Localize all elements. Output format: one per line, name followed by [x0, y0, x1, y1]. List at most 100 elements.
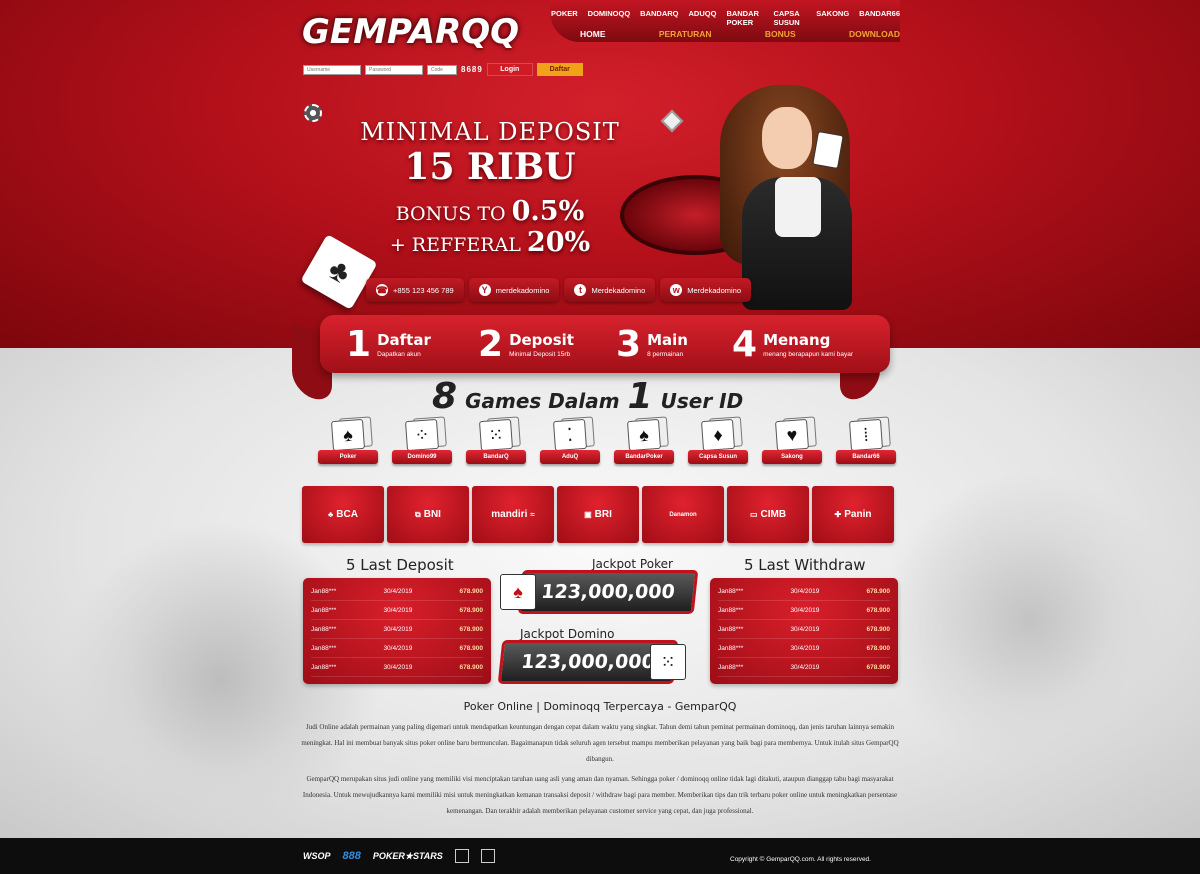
- game-sakong[interactable]: ♥ Sakong: [762, 418, 822, 468]
- nav-sakong[interactable]: SAKONG: [816, 9, 849, 27]
- bank-mandiri: mandiri ≈: [472, 486, 554, 543]
- game-domino99[interactable]: ⁘ Domino99: [392, 418, 452, 468]
- password-input[interactable]: [365, 64, 423, 75]
- cards-icon: ♥: [774, 418, 810, 452]
- article-paragraph: GemparQQ merupakan situs judi online yan…: [302, 775, 898, 815]
- bank-name: BNI: [423, 509, 441, 520]
- register-button[interactable]: Daftar: [536, 63, 583, 76]
- step-number: 3: [616, 323, 642, 365]
- nav-bandarq[interactable]: BANDARQ: [640, 9, 678, 27]
- step-title: Daftar: [377, 330, 431, 349]
- domino-icon: ⁘: [404, 418, 440, 452]
- step-title: Menang: [763, 330, 831, 349]
- step-number: 2: [478, 323, 504, 365]
- jackpot-domino-title: Jackpot Domino: [520, 627, 615, 641]
- chip-icon: [660, 109, 684, 133]
- game-label: Capsa Susun: [688, 450, 748, 464]
- contact-text: Merdekadomino: [591, 285, 646, 295]
- domino-icon: ⁙: [478, 418, 514, 452]
- nav-poker[interactable]: POKER: [551, 9, 578, 27]
- table-row: Jan88*** 30/4/2019 678.900: [311, 658, 483, 677]
- step-2: 2 Deposit Minimal Deposit 15rb: [478, 315, 574, 373]
- jackpot-poker-title: Jackpot Poker: [592, 557, 673, 571]
- pokerstars-logo: POKER★STARS: [372, 850, 443, 861]
- cards-icon: ♠: [330, 418, 366, 452]
- nav-bandar66[interactable]: BANDAR66: [859, 9, 900, 27]
- bank-name: BCA: [336, 509, 358, 520]
- jackpot-poker-value: 123,000,000: [517, 570, 699, 614]
- promo-referral: + REFFERAL 20%: [360, 227, 620, 258]
- phone-icon: ☎: [376, 284, 388, 296]
- username-input[interactable]: [303, 64, 361, 75]
- deposit-title: 5 Last Deposit: [346, 556, 454, 574]
- game-label: BandarPoker: [614, 450, 674, 464]
- table-row: Jan88*** 30/4/2019 678.900: [718, 582, 890, 601]
- game-poker[interactable]: ♠ Poker: [318, 418, 378, 468]
- table-row: Jan88*** 30/4/2019 678.900: [311, 639, 483, 658]
- step-subtitle: 8 permainan: [647, 350, 684, 358]
- copyright: Copyright © GemparQQ.com. All rights res…: [730, 856, 871, 863]
- cards-icon: ♠: [500, 574, 536, 610]
- table-row: Jan88*** 30/4/2019 678.900: [718, 620, 890, 639]
- promo-amount: 15 RIBU: [404, 146, 576, 188]
- nav-download[interactable]: DOWNLOAD: [849, 29, 900, 39]
- table-row: Jan88*** 30/4/2019 678.900: [718, 601, 890, 620]
- game-bandarq[interactable]: ⁙ BandarQ: [466, 418, 526, 468]
- promo-bonus-text: BONUS TO: [395, 203, 506, 225]
- nav-peraturan[interactable]: PERATURAN: [659, 29, 712, 39]
- game-nav: POKER DOMINOQQ BANDARQ ADUQQ BANDAR POKE…: [550, 9, 900, 27]
- mandiri-icon: ≈: [530, 510, 535, 519]
- game-label: Domino99: [392, 450, 452, 464]
- game-capsa-susun[interactable]: ♦ Capsa Susun: [688, 418, 748, 468]
- bank-name: Panin: [844, 509, 872, 520]
- bank-bni: ⧉ BNI: [387, 486, 469, 543]
- promo-referral-text: + REFFERAL: [389, 234, 521, 256]
- game-bandar66[interactable]: ⁞ Bandar66: [836, 418, 896, 468]
- login-button[interactable]: Login: [486, 63, 533, 76]
- step-number: 1: [346, 323, 372, 365]
- cards-icon: ♦: [700, 418, 736, 452]
- main-nav: HOME PERATURAN BONUS DOWNLOAD: [580, 29, 900, 39]
- games-count: 8: [432, 376, 458, 417]
- wsop-logo: WSOP: [303, 851, 331, 861]
- contact-bar: ☎ +855 123 456 789 Ymerdekadomino t Merdek…: [366, 278, 752, 302]
- seo-article: Poker Online | Dominoqq Terpercaya - Gem…: [300, 700, 900, 823]
- nav-bandar-poker[interactable]: BANDAR POKER: [726, 9, 763, 27]
- game-label: AduQ: [540, 450, 600, 464]
- partner-logo: [454, 849, 469, 863]
- contact-text: merdekadomino: [495, 285, 550, 295]
- steps-banner: 1 Daftar Dapatkan akun 2 Deposit Minimal D…: [320, 315, 890, 373]
- step-1: 1 Daftar Dapatkan akun: [346, 315, 431, 373]
- step-title: Main: [647, 330, 688, 349]
- nav-capsa-susun[interactable]: CAPSA SUSUN: [773, 9, 806, 27]
- wechat-icon: w: [670, 284, 683, 296]
- step-4: 4 Menang menang berapapun kami bayar: [732, 315, 853, 373]
- bank-danamon: Danamon: [642, 486, 724, 543]
- site-logo[interactable]: GEMPARQQ: [302, 12, 519, 52]
- nav-bonus[interactable]: BONUS: [765, 29, 796, 39]
- step-subtitle: Dapatkan akun: [377, 350, 421, 358]
- contact-wechat[interactable]: w Merdekadomino: [660, 278, 752, 302]
- partner-logos: WSOP 888 POKER★STARS: [303, 849, 495, 863]
- table-row: Jan88*** 30/4/2019 678.900: [718, 658, 890, 677]
- panin-icon: ✚: [834, 510, 842, 519]
- bank-name: mandiri: [491, 509, 528, 520]
- contact-yahoo[interactable]: Ymerdekadomino: [468, 278, 560, 302]
- table-row: Jan88*** 30/4/2019 678.900: [311, 582, 483, 601]
- bank-name: BRI: [594, 509, 612, 520]
- contact-twitter[interactable]: t Merdekadomino: [564, 278, 656, 302]
- domino-icon: ⁚: [552, 418, 588, 452]
- contact-text: +855 123 456 789: [393, 285, 454, 295]
- bank-bri: ▣ BRI: [557, 486, 639, 543]
- partner-logo: [480, 849, 495, 863]
- nav-home[interactable]: HOME: [580, 29, 606, 39]
- contact-phone[interactable]: ☎ +855 123 456 789: [366, 278, 464, 302]
- game-label: BandarQ: [466, 450, 526, 464]
- game-aduq[interactable]: ⁚ AduQ: [540, 418, 600, 468]
- withdraw-title: 5 Last Withdraw: [744, 556, 866, 574]
- nav-aduqq[interactable]: ADUQQ: [689, 9, 717, 27]
- nav-dominoqq[interactable]: DOMINOQQ: [588, 9, 631, 27]
- game-bandarpoker[interactable]: ♠ BandarPoker: [614, 418, 674, 468]
- games-heading: 8 Games Dalam 1 User ID: [432, 376, 743, 417]
- captcha-input[interactable]: [427, 64, 457, 75]
